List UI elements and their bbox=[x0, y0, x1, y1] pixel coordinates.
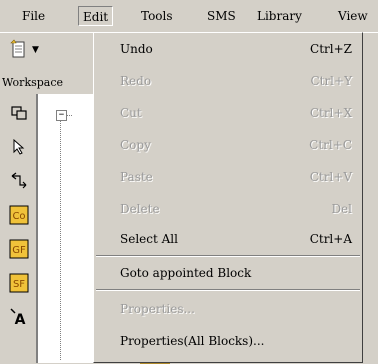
connector-icon bbox=[11, 172, 27, 189]
undo-shortcut: Ctrl+Z bbox=[310, 42, 352, 56]
text-tool-letter: A bbox=[15, 312, 26, 327]
copy-shortcut: Ctrl+C bbox=[309, 138, 352, 152]
menu-library-label: Library bbox=[257, 9, 302, 23]
menu-edit-label: Edit bbox=[83, 10, 109, 24]
paste-shortcut: Ctrl+V bbox=[309, 170, 352, 184]
menu-item-cut[interactable]: Cut Ctrl+X bbox=[94, 103, 362, 123]
pointer-tool-button[interactable] bbox=[8, 136, 30, 158]
menu-item-redo[interactable]: Redo Ctrl+Y bbox=[94, 71, 362, 91]
tree-connector-line bbox=[66, 115, 72, 116]
layout-tool-button[interactable] bbox=[8, 102, 30, 124]
menu-item-goto-block[interactable]: Goto appointed Block bbox=[94, 263, 362, 283]
text-tool-icon: A bbox=[10, 308, 26, 327]
menu-item-select-all[interactable]: Select All Ctrl+A bbox=[94, 229, 362, 249]
undo-label: Undo bbox=[120, 42, 153, 56]
menu-item-delete[interactable]: Delete Del bbox=[94, 199, 362, 219]
co-block-icon: Co bbox=[9, 205, 29, 225]
menu-item-undo[interactable]: Undo Ctrl+Z bbox=[94, 39, 362, 59]
workspace-label: Workspace bbox=[0, 74, 72, 92]
menu-edit[interactable]: Edit bbox=[78, 6, 114, 26]
layout-icon bbox=[11, 106, 27, 120]
redo-label: Redo bbox=[120, 74, 152, 88]
gf-block-icon: GF bbox=[9, 239, 29, 259]
menu-item-properties[interactable]: Properties... bbox=[94, 299, 362, 319]
sf-block-text: SF bbox=[13, 279, 25, 290]
menu-item-copy[interactable]: Copy Ctrl+C bbox=[94, 135, 362, 155]
properties-label: Properties... bbox=[120, 302, 195, 316]
menu-separator bbox=[96, 289, 360, 291]
copy-label: Copy bbox=[120, 138, 151, 152]
menu-file[interactable]: File bbox=[18, 6, 49, 26]
sf-block-button[interactable]: SF bbox=[8, 272, 30, 294]
menu-view[interactable]: View bbox=[334, 6, 372, 26]
menu-separator bbox=[96, 255, 360, 257]
toolbar: ▼ bbox=[0, 33, 90, 69]
properties-all-label: Properties(All Blocks)... bbox=[120, 334, 265, 348]
menu-sms-label: SMS bbox=[207, 9, 236, 23]
menu-view-label: View bbox=[338, 9, 368, 23]
text-tool-button[interactable]: A bbox=[8, 306, 30, 328]
pointer-arrow-icon bbox=[13, 139, 25, 155]
co-block-button[interactable]: Co bbox=[8, 204, 30, 226]
delete-shortcut: Del bbox=[331, 202, 352, 216]
menu-sms[interactable]: SMS bbox=[203, 6, 240, 26]
tool-palette: Co GF SF A bbox=[0, 94, 37, 363]
menu-item-paste[interactable]: Paste Ctrl+V bbox=[94, 167, 362, 187]
menu-item-properties-all[interactable]: Properties(All Blocks)... bbox=[94, 331, 362, 351]
new-document-button[interactable] bbox=[8, 39, 30, 61]
edit-menu-dropdown: Undo Ctrl+Z Redo Ctrl+Y Cut Ctrl+X Copy … bbox=[93, 32, 363, 363]
co-block-text: Co bbox=[12, 211, 25, 222]
sf-block-icon: SF bbox=[9, 273, 29, 293]
workspace-tree[interactable]: − bbox=[37, 94, 100, 363]
redo-shortcut: Ctrl+Y bbox=[310, 74, 352, 88]
new-document-icon bbox=[10, 39, 25, 58]
goto-block-label: Goto appointed Block bbox=[120, 266, 252, 280]
connector-tool-button[interactable] bbox=[8, 170, 30, 192]
gf-block-button[interactable]: GF bbox=[8, 238, 30, 260]
cut-label: Cut bbox=[120, 106, 142, 120]
menu-tools-label: Tools bbox=[141, 9, 173, 23]
menu-tools[interactable]: Tools bbox=[137, 6, 177, 26]
select-all-shortcut: Ctrl+A bbox=[309, 232, 352, 246]
delete-label: Delete bbox=[120, 202, 160, 216]
dropdown-arrow-icon[interactable]: ▼ bbox=[32, 45, 39, 55]
menu-library[interactable]: Library bbox=[253, 6, 306, 26]
select-all-label: Select All bbox=[120, 232, 178, 246]
tree-vertical-line bbox=[60, 120, 61, 360]
gf-block-text: GF bbox=[12, 245, 26, 256]
menu-bar: File Edit Tools SMS Library View bbox=[0, 0, 378, 33]
cut-shortcut: Ctrl+X bbox=[309, 106, 352, 120]
paste-label: Paste bbox=[120, 170, 153, 184]
menu-file-label: File bbox=[22, 9, 46, 23]
